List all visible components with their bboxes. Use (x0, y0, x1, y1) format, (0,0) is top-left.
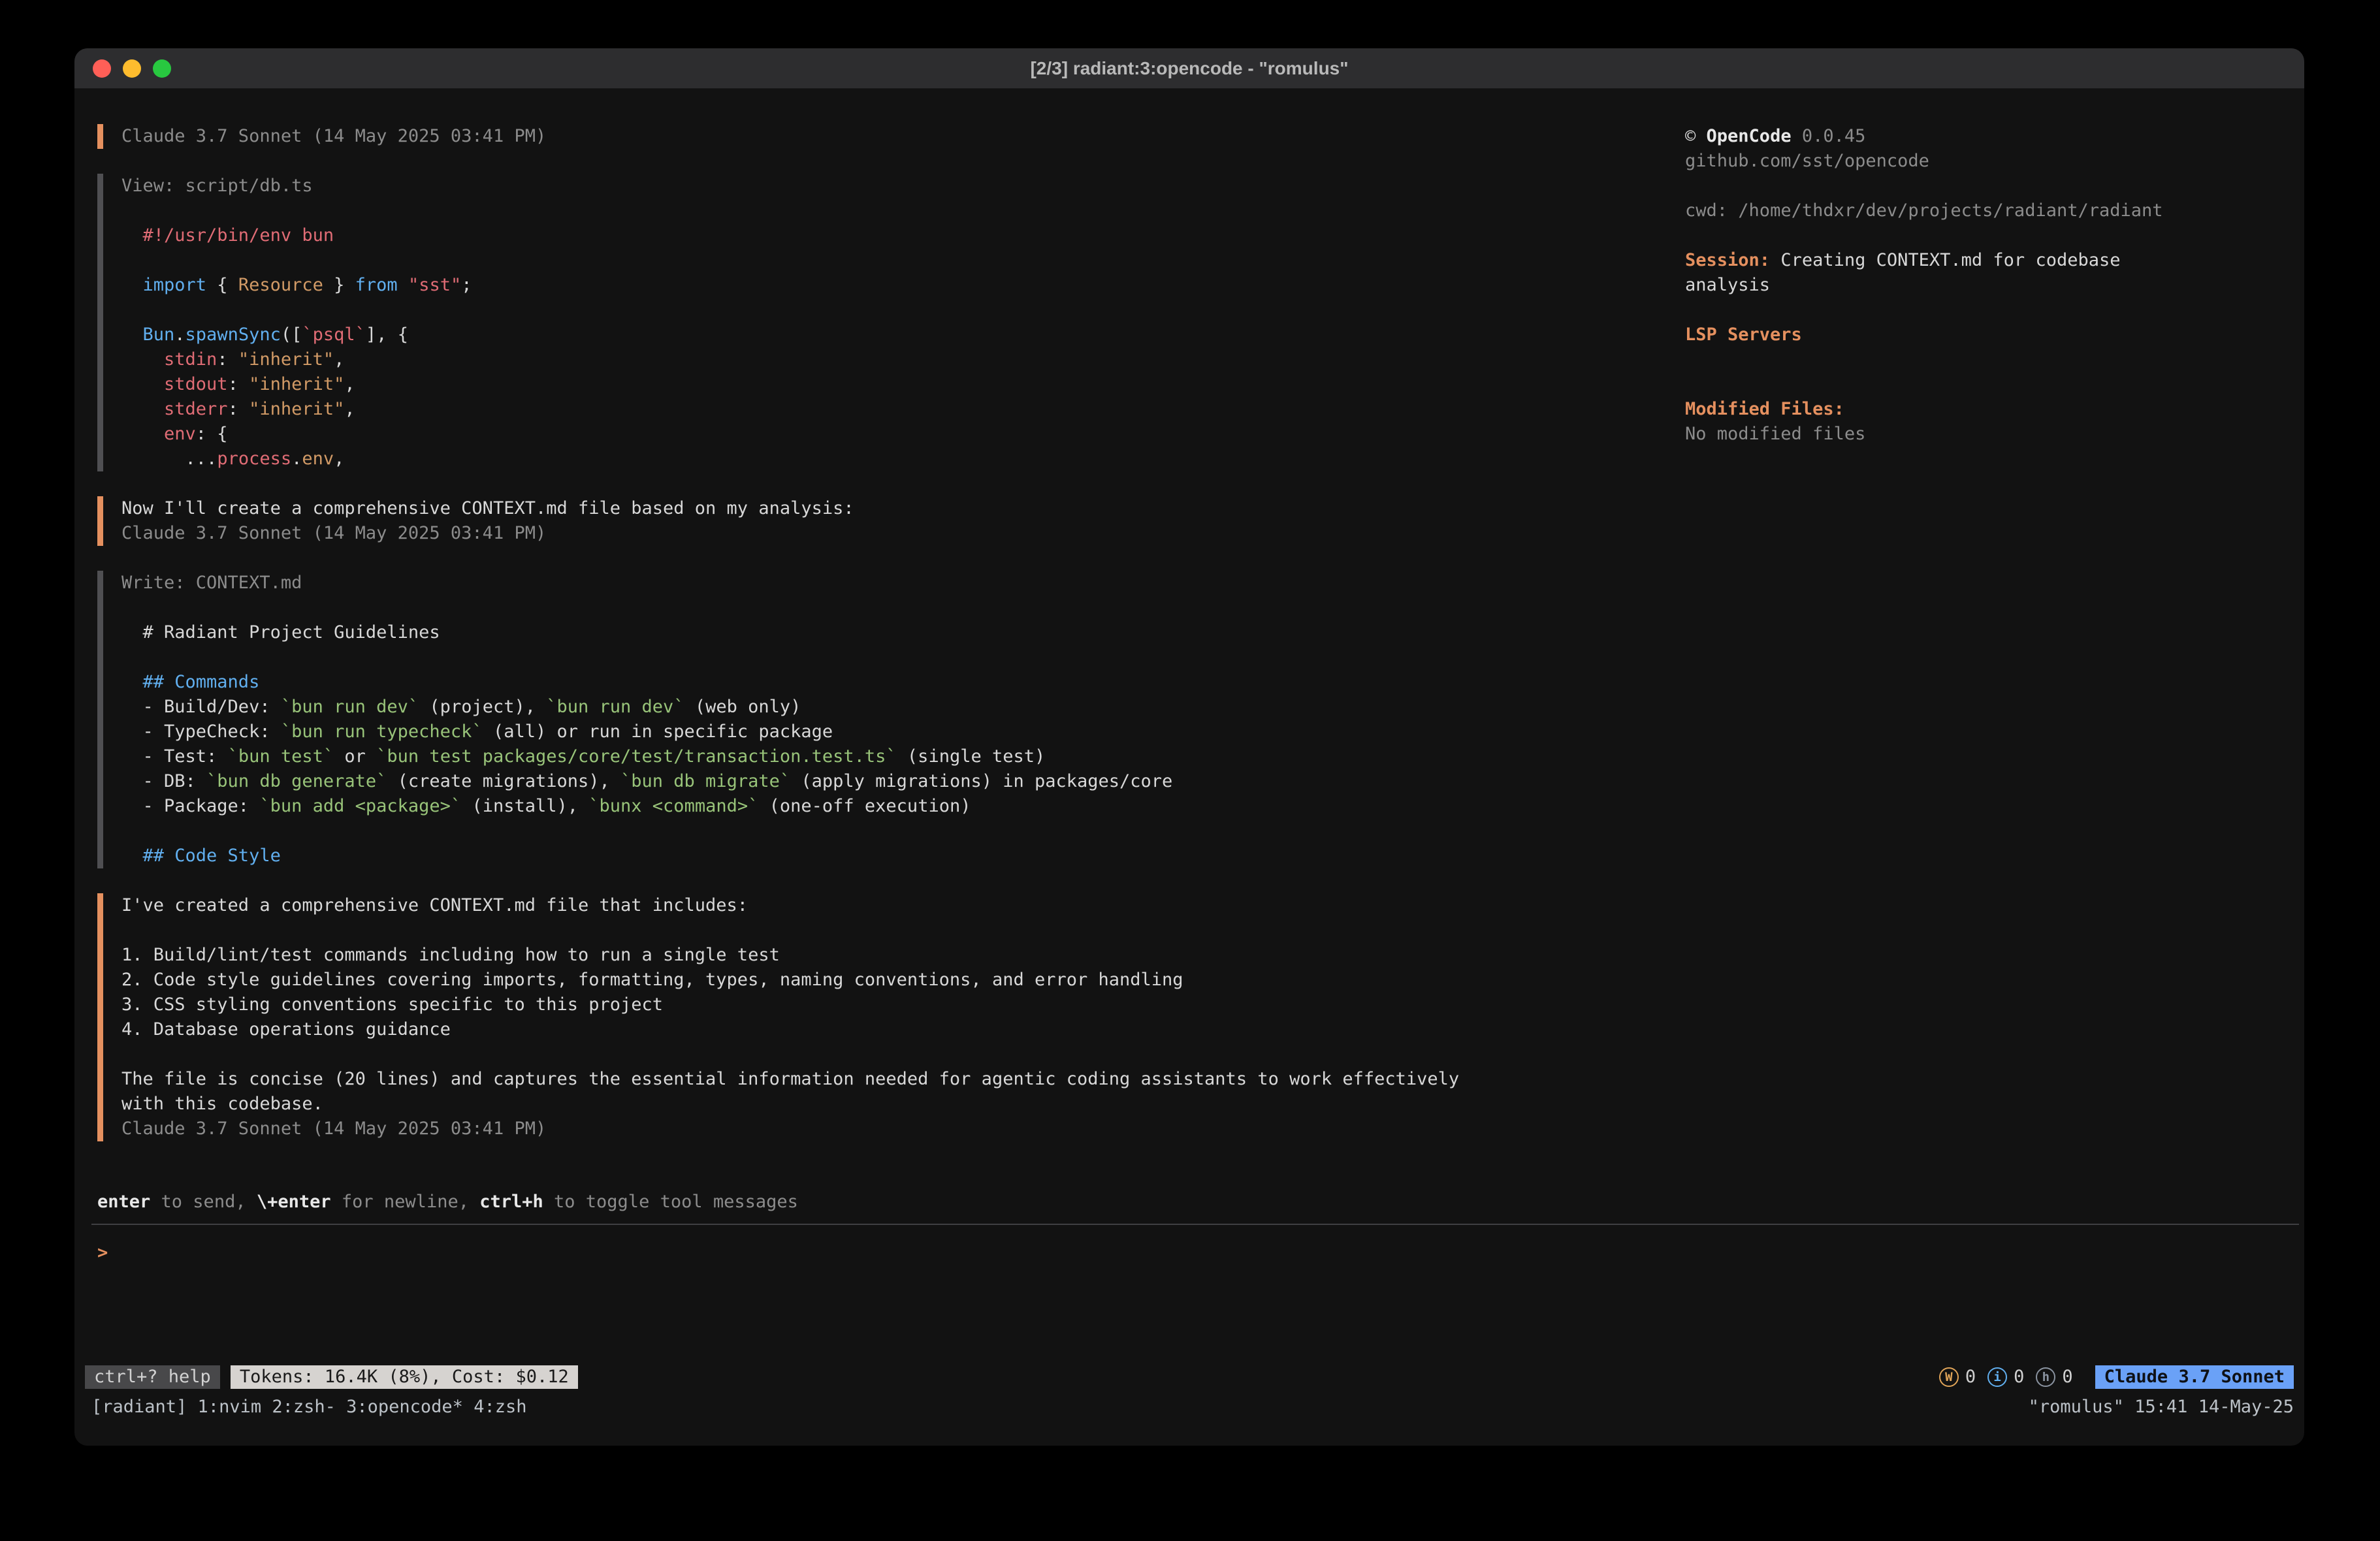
cwd-info: cwd: /home/thdxr/dev/projects/radiant/ra… (1685, 199, 2188, 223)
info-icon: i (1987, 1367, 2007, 1387)
prompt-icon: > (97, 1243, 108, 1263)
cwd-label: cwd: (1685, 200, 1728, 221)
minimize-button[interactable] (123, 59, 141, 78)
message-footer: Claude 3.7 Sonnet (14 May 2025 03:41 PM) (121, 124, 1652, 149)
composer-input[interactable]: > (97, 1241, 2304, 1265)
tokens-cost-badge: Tokens: 16.4K (8%), Cost: $0.12 (231, 1365, 578, 1389)
composer-divider (91, 1224, 2299, 1225)
tool-title: Write: CONTEXT.md (121, 571, 1652, 596)
message-block: I've created a comprehensive CONTEXT.md … (97, 893, 1652, 1141)
tmux-status-bar: [radiant] 1:nvim 2:zsh- 3:opencode* 4:zs… (91, 1395, 2294, 1446)
traffic-lights (74, 59, 171, 78)
tool-block-view: View: script/db.ts #!/usr/bin/env bun im… (97, 174, 1652, 471)
app-info: © OpenCode 0.0.45 github.com/sst/opencod… (1685, 124, 2188, 174)
diagnostics: W 0 i 0 h 0 (1939, 1365, 2078, 1390)
model-badge: Claude 3.7 Sonnet (2095, 1365, 2294, 1389)
session-label: Session: (1685, 250, 1770, 270)
close-button[interactable] (93, 59, 111, 78)
tmux-window-list[interactable]: [radiant] 1:nvim 2:zsh- 3:opencode* 4:zs… (91, 1395, 526, 1420)
keybind-hints: enter to send, \+enter for newline, ctrl… (97, 1190, 2304, 1215)
lsp-servers-label: LSP Servers (1685, 323, 2188, 347)
status-bar: ctrl+? help Tokens: 16.4K (8%), Cost: $0… (85, 1365, 2294, 1390)
modified-files-section: Modified Files: No modified files (1685, 397, 2188, 447)
sidebar: © OpenCode 0.0.45 github.com/sst/opencod… (1685, 124, 2188, 471)
modified-files-empty: No modified files (1685, 422, 2188, 447)
window-title: [2/3] radiant:3:opencode - "romulus" (74, 58, 2304, 79)
session-info: Session: Creating CONTEXT.md for codebas… (1685, 248, 2188, 298)
message-block: Claude 3.7 Sonnet (14 May 2025 03:41 PM) (97, 124, 1652, 149)
lsp-servers-section: LSP Servers (1685, 323, 2188, 347)
terminal-window: [2/3] radiant:3:opencode - "romulus" Cla… (74, 48, 2304, 1446)
warning-icon: W (1939, 1367, 1959, 1387)
app-name: OpenCode (1707, 126, 1792, 146)
repo-link: github.com/sst/opencode (1685, 149, 2188, 174)
code-snippet: #!/usr/bin/env bun import { Resource } f… (121, 223, 1652, 471)
terminal-content: Claude 3.7 Sonnet (14 May 2025 03:41 PM)… (74, 89, 2304, 1446)
message-body: Now I'll create a comprehensive CONTEXT.… (121, 496, 1652, 546)
warning-count: 0 (1965, 1365, 1976, 1390)
info-count: 0 (2014, 1365, 2024, 1390)
modified-files-label: Modified Files: (1685, 397, 2188, 422)
cwd-path: /home/thdxr/dev/projects/radiant/radiant (1738, 200, 2163, 221)
app-version: 0.0.45 (1802, 126, 1866, 146)
tmux-session-info: "romulus" 15:41 14-May-25 (2029, 1395, 2294, 1420)
hint-count: 0 (2062, 1365, 2072, 1390)
message-body: I've created a comprehensive CONTEXT.md … (121, 893, 1652, 1141)
tool-block-write: Write: CONTEXT.md # Radiant Project Guid… (97, 571, 1652, 868)
tool-title: View: script/db.ts (121, 174, 1652, 199)
composer-and-status: enter to send, \+enter for newline, ctrl… (74, 1190, 2304, 1446)
chat-area: Claude 3.7 Sonnet (14 May 2025 03:41 PM)… (97, 124, 1652, 1166)
zoom-button[interactable] (153, 59, 171, 78)
message-block: Now I'll create a comprehensive CONTEXT.… (97, 496, 1652, 546)
opencode-logo-icon: © (1685, 126, 1696, 146)
help-badge: ctrl+? help (85, 1365, 220, 1389)
hint-icon: h (2036, 1367, 2055, 1387)
code-snippet: # Radiant Project Guidelines ## Commands… (121, 620, 1652, 868)
window-titlebar: [2/3] radiant:3:opencode - "romulus" (74, 48, 2304, 89)
